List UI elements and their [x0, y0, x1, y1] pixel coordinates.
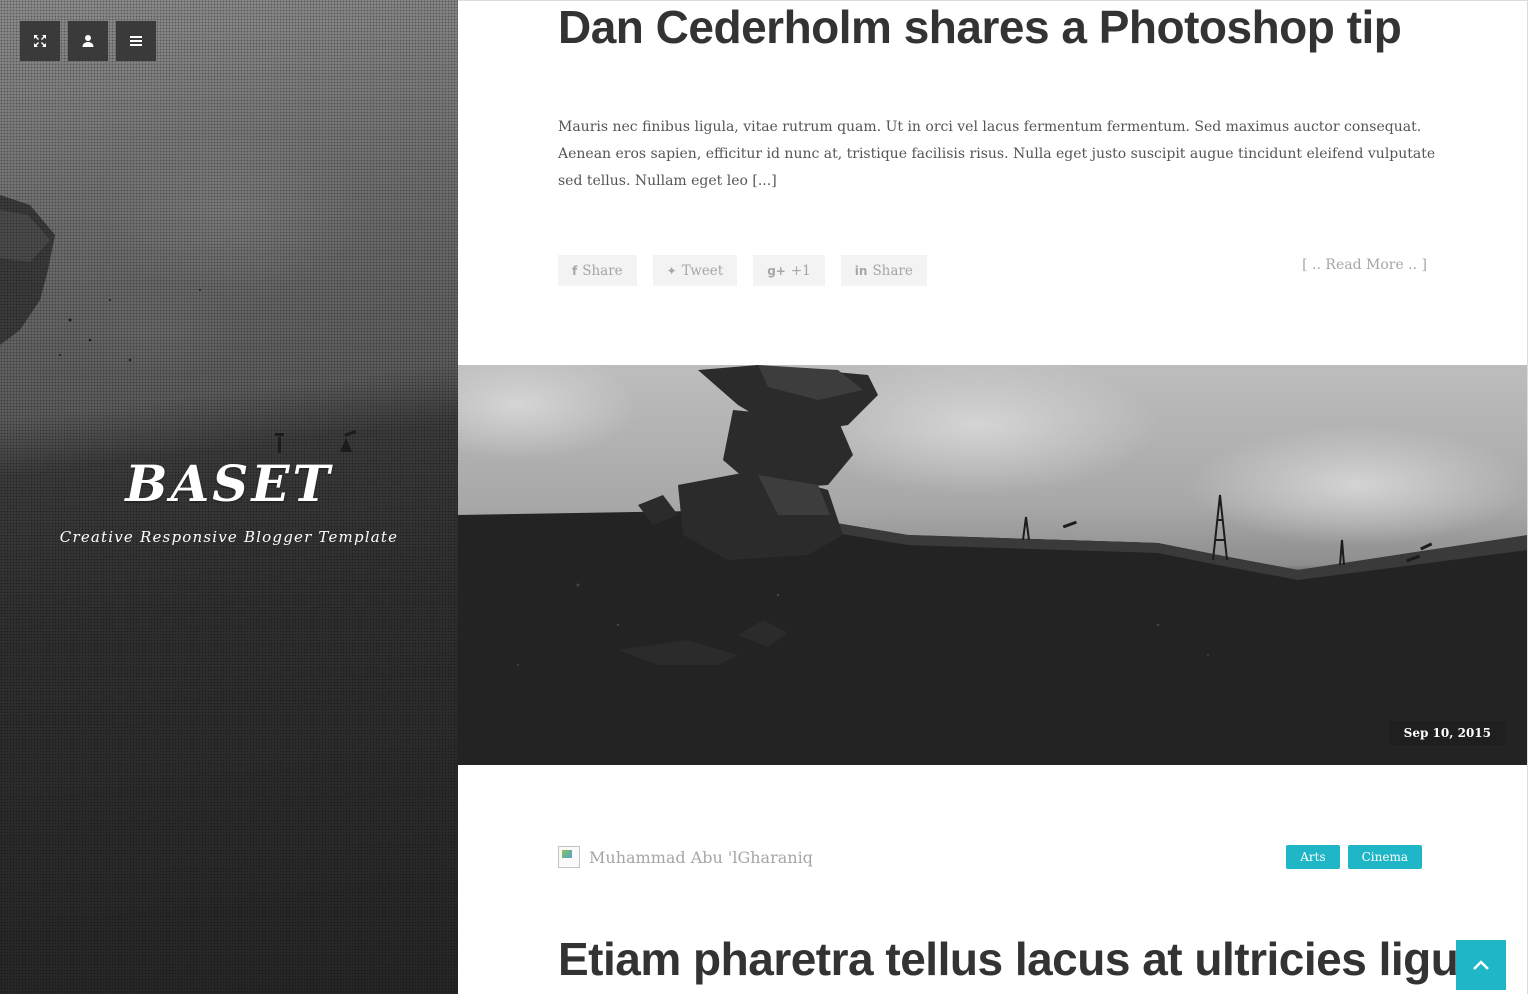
facebook-share-button[interactable]: f Share: [558, 255, 637, 286]
main-content: Dan Cederholm shares a Photoshop tip Mau…: [458, 0, 1528, 994]
author-name[interactable]: Muhammad Abu 'lGharaniq: [589, 848, 813, 867]
menu-icon[interactable]: [116, 21, 156, 61]
site-branding: BASET Creative Responsive Blogger Templa…: [0, 452, 458, 546]
post-tags: Arts Cinema: [1286, 845, 1422, 869]
post-author[interactable]: Muhammad Abu 'lGharaniq: [558, 846, 813, 868]
share-button-label: +1: [790, 262, 811, 279]
google-plus-share-button[interactable]: g+ +1: [753, 255, 825, 286]
sidebar: BASET Creative Responsive Blogger Templa…: [0, 0, 458, 994]
author-avatar: [558, 846, 580, 868]
twitter-share-button[interactable]: ✦ Tweet: [652, 255, 738, 286]
linkedin-share-button[interactable]: in Share: [840, 255, 927, 286]
post-date-badge: Sep 10, 2015: [1388, 721, 1506, 745]
facebook-icon: f: [572, 263, 578, 278]
expand-icon[interactable]: [20, 21, 60, 61]
user-icon[interactable]: [68, 21, 108, 61]
sidebar-toolbar: [20, 21, 156, 61]
post-excerpt: Mauris nec finibus ligula, vitae rutrum …: [558, 119, 1436, 189]
share-buttons: f Share ✦ Tweet g+ +1 in Share: [558, 255, 927, 286]
chevron-up-icon: [1473, 960, 1489, 970]
share-button-label: Tweet: [681, 262, 724, 279]
share-button-label: Share: [872, 262, 913, 279]
twitter-icon: ✦: [666, 263, 677, 278]
tag-arts[interactable]: Arts: [1286, 845, 1340, 869]
linkedin-icon: in: [854, 263, 868, 278]
post-featured-image[interactable]: Sep 10, 2015: [458, 365, 1527, 765]
post-title[interactable]: Dan Cederholm shares a Photoshop tip: [558, 1, 1402, 53]
read-more-link[interactable]: [ .. Read More .. ]: [1302, 257, 1427, 273]
site-tagline: Creative Responsive Blogger Template: [59, 528, 399, 546]
site-title[interactable]: BASET: [0, 452, 458, 516]
google-plus-icon: g+: [767, 263, 786, 278]
hero-illustration: [458, 365, 1527, 765]
share-button-label: Share: [582, 262, 623, 279]
post-title[interactable]: Etiam pharetra tellus lacus at ultricies…: [558, 929, 1496, 989]
back-to-top-button[interactable]: [1456, 940, 1506, 990]
tag-cinema[interactable]: Cinema: [1347, 845, 1422, 869]
